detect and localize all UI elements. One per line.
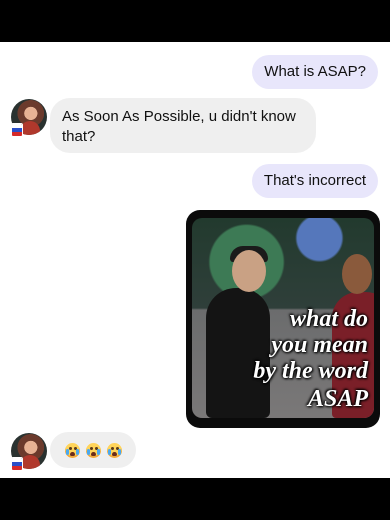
caption-line-1: what do	[289, 306, 368, 332]
incoming-message-asap-answer[interactable]: As Soon As Possible, u didn't know that?	[50, 98, 316, 153]
outgoing-message-what-is-asap[interactable]: What is ASAP?	[252, 55, 378, 89]
top-black-bar	[0, 0, 390, 42]
caption-line-2: you mean	[271, 332, 368, 358]
caption-line-4: ASAP	[307, 386, 368, 412]
person-right-head	[342, 254, 372, 294]
avatar-figure	[20, 455, 40, 469]
person-left-head	[232, 250, 266, 292]
crying-face-icon	[86, 443, 101, 458]
incoming-emoji-message[interactable]	[50, 432, 136, 468]
video-thumbnail: what do you mean by the word ASAP	[192, 218, 374, 418]
crying-face-icon	[107, 443, 122, 458]
caption-line-3: by the word	[253, 358, 368, 384]
chat-screen[interactable]: What is ASAP? As Soon As Possible, u did…	[0, 42, 390, 478]
message-text: That's incorrect	[263, 172, 366, 189]
flag-icon	[11, 123, 23, 137]
crying-face-icon	[65, 443, 80, 458]
outgoing-message-incorrect[interactable]: That's incorrect	[251, 164, 378, 198]
bottom-black-bar	[0, 478, 390, 520]
message-text: As Soon As Possible, u didn't know that?	[62, 108, 296, 145]
flag-icon	[11, 457, 23, 471]
video-message[interactable]: what do you mean by the word ASAP	[186, 210, 380, 428]
avatar-figure	[20, 121, 40, 135]
message-text: What is ASAP?	[264, 63, 366, 80]
